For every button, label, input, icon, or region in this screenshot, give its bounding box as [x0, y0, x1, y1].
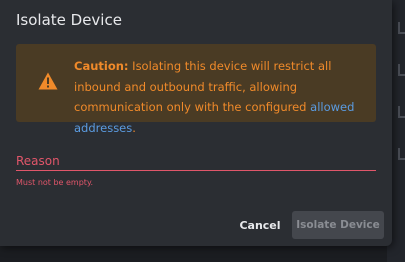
cancel-button[interactable]: Cancel	[234, 211, 286, 239]
isolate-device-button[interactable]: Isolate Device	[292, 211, 384, 239]
background-row-marker	[398, 106, 405, 118]
background-row-marker	[398, 22, 405, 34]
isolate-device-dialog: Isolate Device Caution: Isolating this d…	[0, 0, 392, 246]
caution-banner: Caution: Isolating this device will rest…	[16, 44, 376, 135]
caution-suffix: .	[132, 120, 136, 135]
background-row-marker	[398, 148, 405, 160]
reason-field	[16, 150, 376, 171]
background-row-marker	[398, 64, 405, 76]
caution-label: Caution:	[74, 59, 129, 73]
caution-message: Caution: Isolating this device will rest…	[74, 56, 370, 138]
dialog-title: Isolate Device	[16, 11, 122, 29]
warning-triangle-icon	[38, 72, 58, 90]
reason-input[interactable]	[16, 151, 376, 171]
reason-error-message: Must not be empty.	[16, 178, 94, 187]
